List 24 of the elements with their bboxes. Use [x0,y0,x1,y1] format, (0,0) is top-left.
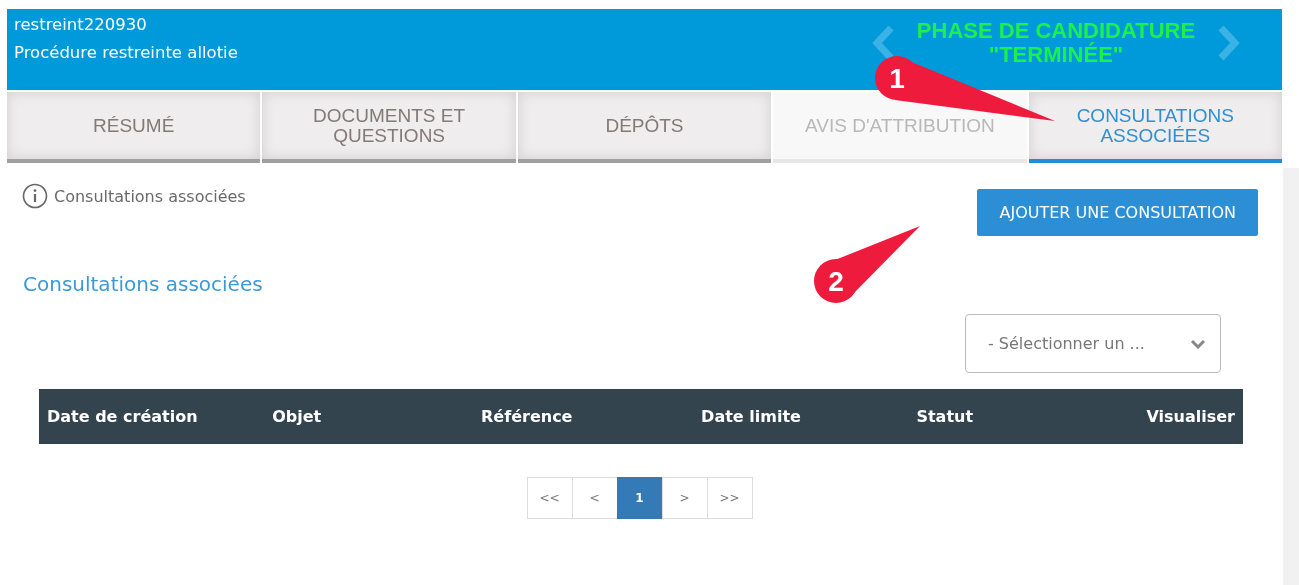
tab[interactable]: DÉPÔTS [517,92,772,163]
page-button[interactable]: > [661,477,708,519]
chevron-down-icon [1190,338,1206,349]
page-button[interactable]: 1 [616,477,663,519]
column-header[interactable]: Objet [264,389,473,444]
add-consultation-button[interactable]: AJOUTER UNE CONSULTATION [977,189,1258,236]
column-header[interactable]: Date de création [39,389,265,444]
page-button[interactable]: >> [706,477,753,519]
column-header[interactable]: Visualiser [1118,389,1243,444]
consultation-reference: restreint220930 [14,15,148,34]
info-icon [22,183,48,209]
info-text: Consultations associées [54,186,246,206]
tab[interactable]: RÉSUMÉ [7,92,261,163]
tab[interactable]: CONSULTATIONS ASSOCIÉES [1028,92,1282,163]
select-dropdown[interactable]: - Sélectionner un ... [965,314,1221,373]
page-button[interactable]: < [571,477,618,519]
tab[interactable]: DOCUMENTS ET QUESTIONS [262,92,516,163]
chevron-right-icon[interactable] [1216,24,1242,62]
procedure-type: Procédure restreinte allotie [14,43,238,62]
column-header[interactable]: Référence [473,389,694,444]
column-header[interactable]: Statut [908,389,1119,444]
page-button[interactable]: << [526,477,573,519]
section-title: Consultations associées [23,272,263,296]
column-header[interactable]: Date limite [693,389,909,444]
